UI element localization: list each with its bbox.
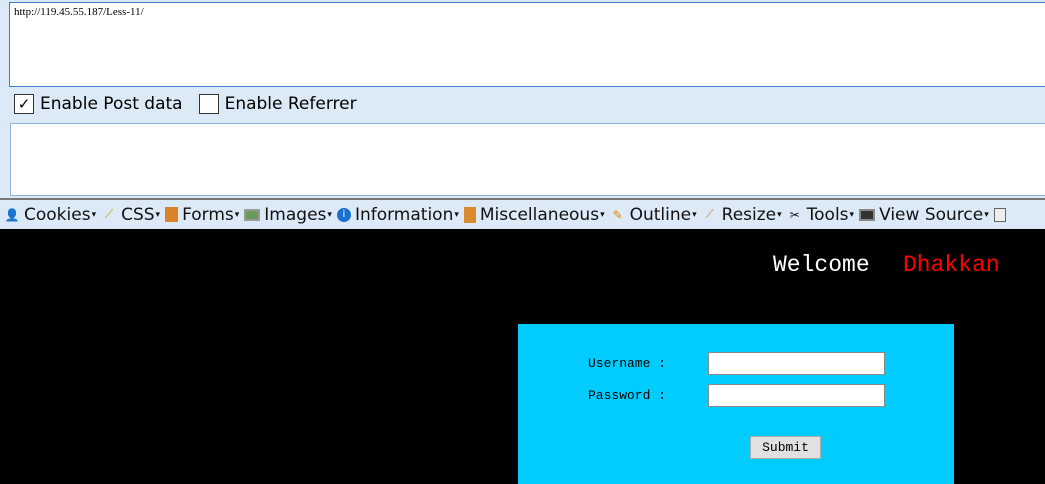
username-input[interactable]: [708, 352, 885, 375]
password-input[interactable]: [708, 384, 885, 407]
dropdown-icon: ▾: [984, 209, 989, 220]
url-textarea[interactable]: http://119.45.55.187/Less-11/: [9, 2, 1045, 87]
dropdown-icon: ▾: [692, 209, 697, 220]
menu-label: Resize: [721, 204, 777, 225]
dropdown-icon: ▾: [91, 209, 97, 220]
menu-label: Tools: [806, 204, 849, 225]
dropdown-icon: ▾: [454, 209, 459, 220]
options-icon: [993, 207, 1006, 222]
menu-miscellaneous[interactable]: Miscellaneous ▾: [463, 204, 605, 225]
tools-icon: ✂: [789, 207, 800, 222]
dropdown-icon: ▾: [234, 209, 240, 220]
password-label: Password :: [588, 388, 667, 403]
wand-icon: ⟋: [104, 207, 114, 221]
dropdown-icon: ▾: [600, 209, 605, 220]
login-page: Welcome Dhakkan Username : Password : Su…: [0, 229, 1045, 484]
menu-label: Miscellaneous: [479, 204, 600, 225]
developer-toolbar: 👤 Cookies ▾ ⟋ CSS ▾ Forms ▾ Images ▾ i Informat…: [0, 198, 1045, 229]
menu-css[interactable]: ⟋ CSS ▾: [101, 205, 160, 225]
user-name-text: Dhakkan: [903, 252, 1000, 278]
username-label: Username :: [588, 356, 667, 371]
clipboard-icon: [165, 207, 179, 222]
dropdown-icon: ▾: [849, 209, 855, 220]
post-data-textarea[interactable]: [10, 123, 1045, 196]
login-form: Username : Password : Submit: [518, 324, 954, 484]
menu-outline[interactable]: ✎ Outline ▾: [610, 205, 697, 225]
book-icon: [463, 206, 476, 223]
menu-label: Information: [354, 204, 454, 225]
menu-images[interactable]: Images ▾: [244, 205, 332, 225]
menu-label: Outline: [629, 204, 692, 225]
dropdown-icon: ▾: [327, 209, 332, 220]
enable-referrer-checkbox[interactable]: [198, 94, 219, 114]
menu-tools[interactable]: ✂ Tools ▾: [787, 205, 854, 225]
ruler-icon: ⟋: [705, 207, 714, 221]
menu-view-source[interactable]: View Source ▾: [859, 205, 989, 225]
menu-label: CSS: [121, 204, 155, 225]
dropdown-icon: ▾: [155, 209, 161, 220]
menu-label: Cookies: [24, 204, 91, 225]
menu-label: Images: [264, 204, 327, 225]
user-icon: 👤: [4, 207, 20, 222]
info-icon: i: [336, 207, 351, 222]
hackbar-panel: http://119.45.55.187/Less-11/ ✓ Enable P…: [0, 0, 1045, 229]
menu-cookies[interactable]: 👤 Cookies ▾: [4, 204, 97, 225]
menu-forms[interactable]: Forms ▾: [165, 205, 239, 225]
enable-post-label[interactable]: Enable Post data: [40, 94, 183, 114]
menu-information[interactable]: i Information ▾: [336, 204, 459, 225]
welcome-text: Welcome: [773, 252, 870, 278]
menu-resize[interactable]: ⟋ Resize ▾: [702, 204, 782, 225]
pencil-icon: ✎: [612, 207, 623, 222]
dropdown-icon: ▾: [777, 209, 782, 220]
submit-button[interactable]: Submit: [750, 436, 821, 459]
image-icon: [244, 208, 261, 221]
menu-label: Forms: [182, 204, 234, 225]
menu-label: View Source: [879, 204, 984, 225]
enable-post-checkbox[interactable]: ✓: [14, 94, 34, 114]
monitor-icon: [859, 208, 876, 221]
enable-referrer-label[interactable]: Enable Referrer: [225, 94, 357, 114]
menu-options[interactable]: [993, 207, 1010, 222]
